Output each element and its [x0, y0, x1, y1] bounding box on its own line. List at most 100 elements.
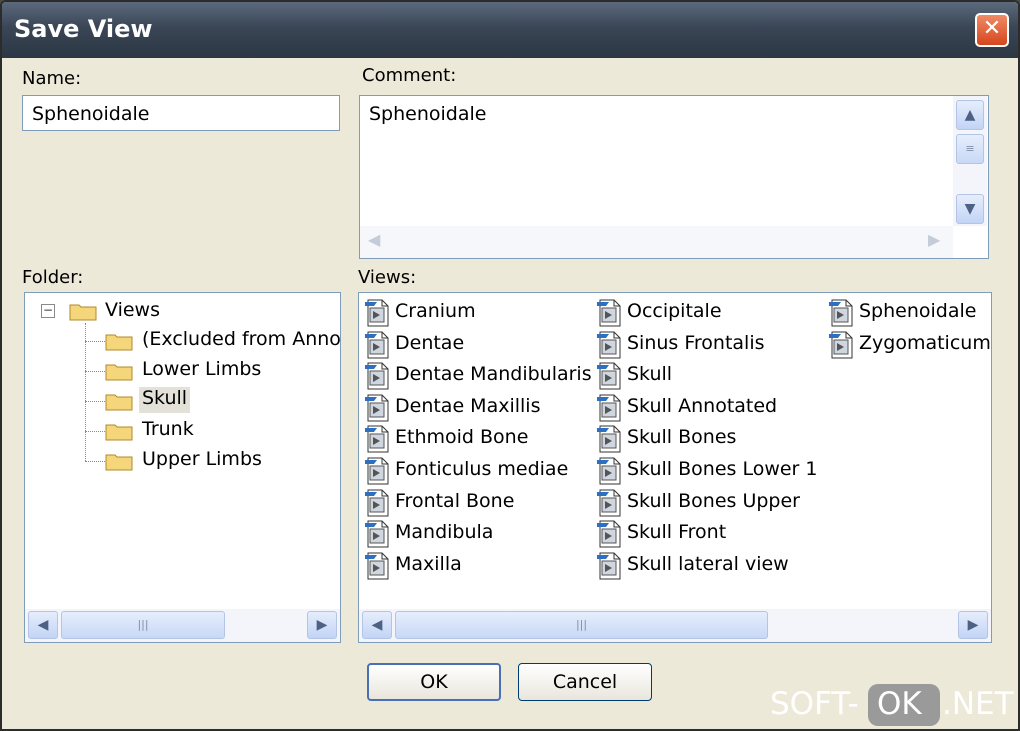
view-file-icon	[365, 552, 391, 580]
folder-scroll-left-button[interactable]: ◀	[28, 611, 58, 639]
view-file-icon	[365, 457, 391, 485]
tree-node[interactable]: (Excluded from Annot	[142, 328, 341, 354]
tree-node-label: Lower Limbs	[142, 358, 262, 380]
view-file-icon	[829, 299, 855, 327]
view-item-label: Skull Bones Lower 1	[627, 458, 818, 480]
folder-icon	[105, 334, 133, 351]
view-item-label: Dentae Maxillis	[395, 394, 541, 417]
view-file-icon	[597, 425, 623, 453]
name-label: Name:	[22, 68, 82, 89]
view-item-label: Skull	[627, 363, 673, 386]
tree-node-selected[interactable]: Skull	[139, 387, 191, 413]
close-button[interactable]: ✕	[975, 13, 1009, 47]
view-file-icon	[597, 299, 623, 327]
view-item-label: Skull Bones	[627, 426, 737, 449]
chevron-left-icon: ◀	[37, 617, 49, 633]
watermark-left: SOFT-	[770, 686, 859, 722]
tree-node-label: Views	[105, 299, 160, 321]
view-item-label: Skull Bones Upper	[627, 489, 800, 512]
view-item-label: Sphenoidale	[859, 300, 977, 322]
watermark-logo: SOFT- OK .NET	[770, 684, 1014, 728]
view-file-icon	[597, 331, 623, 359]
dialog-body: Name: Sphenoidale Comment: Sphenoidale ▲…	[2, 58, 1018, 729]
view-item-label: Skull Front	[627, 521, 727, 544]
view-item-label: Ethmoid Bone	[395, 426, 529, 449]
view-file-icon	[597, 520, 623, 548]
tree-line	[85, 431, 105, 432]
folder-hscroll-thumb[interactable]: |||	[61, 611, 225, 639]
tree-node[interactable]: Lower Limbs	[142, 358, 261, 384]
tree-node[interactable]: Upper Limbs	[142, 448, 262, 474]
tree-node-label: Trunk	[142, 418, 194, 440]
tree-node[interactable]: Trunk	[142, 418, 194, 444]
view-item-label: Occipitale	[627, 300, 722, 322]
views-scroll-left-button[interactable]: ◀	[362, 611, 392, 639]
name-input[interactable]: Sphenoidale	[22, 95, 340, 131]
view-file-icon	[365, 362, 391, 390]
tree-node-label: Skull	[142, 387, 188, 409]
tree-line	[85, 401, 105, 402]
tree-line	[85, 341, 105, 342]
view-item-label: Dentae	[395, 331, 465, 354]
comment-hscrollbar	[360, 226, 953, 258]
close-icon: ✕	[982, 16, 1002, 41]
comment-textarea[interactable]: Sphenoidale ▲ ≡ ▼ ◀ ▶	[359, 95, 989, 259]
views-list[interactable]: Cranium Dentae Dentae Mandibularis Dentae M…	[358, 292, 992, 643]
view-file-icon	[365, 394, 391, 422]
folder-icon	[105, 364, 133, 381]
watermark-right: .NET	[942, 686, 1014, 722]
view-file-icon	[597, 489, 623, 517]
view-item-label: Mandibula	[395, 521, 494, 544]
tree-line	[85, 371, 105, 372]
comment-textarea-value: Sphenoidale	[369, 103, 487, 125]
view-item-label: Maxilla	[395, 552, 462, 575]
tree-line	[85, 323, 86, 461]
tree-node-root[interactable]: Views	[105, 299, 160, 325]
view-file-icon	[365, 299, 391, 327]
view-item-label: Skull lateral view	[627, 552, 789, 575]
cancel-button[interactable]: Cancel	[518, 663, 652, 701]
comment-scroll-down-button[interactable]: ▼	[956, 194, 984, 224]
chevron-down-icon: ▼	[964, 201, 976, 217]
view-file-icon	[829, 331, 855, 359]
comment-scroll-up-button[interactable]: ▲	[956, 100, 984, 130]
views-label: Views:	[358, 267, 417, 288]
view-file-icon	[597, 552, 623, 580]
folder-scroll-right-button[interactable]: ▶	[307, 611, 337, 639]
comment-label: Comment:	[362, 65, 457, 86]
view-item-label: Skull Annotated	[627, 394, 778, 417]
watermark-middle: OK	[877, 686, 922, 722]
view-item-label: Sinus Frontalis	[627, 331, 765, 354]
tree-node-label: Upper Limbs	[142, 448, 262, 470]
view-file-icon	[597, 362, 623, 390]
view-item-label: Zygomaticum	[859, 331, 991, 354]
tree-collapse-icon[interactable]: −	[41, 304, 55, 318]
view-file-icon	[365, 331, 391, 359]
folder-label: Folder:	[22, 267, 84, 288]
title-bar[interactable]: Save View ✕	[2, 2, 1018, 58]
folder-icon	[105, 394, 133, 411]
window-title: Save View	[14, 15, 153, 43]
view-file-icon	[597, 457, 623, 485]
view-item-label: Dentae Mandibularis	[395, 363, 592, 386]
view-item-label: Cranium	[395, 300, 476, 322]
comment-vscroll-thumb[interactable]: ≡	[956, 134, 984, 164]
folder-icon	[105, 454, 133, 471]
ok-button[interactable]: OK	[367, 663, 501, 701]
folder-icon	[69, 304, 97, 321]
view-file-icon	[365, 425, 391, 453]
views-scroll-right-button[interactable]: ▶	[958, 611, 988, 639]
chevron-left-icon: ◀	[368, 230, 381, 249]
chevron-up-icon: ▲	[964, 107, 976, 123]
chevron-left-icon: ◀	[371, 617, 383, 633]
tree-node-label: (Excluded from Annot	[142, 328, 341, 350]
folder-icon	[105, 424, 133, 441]
view-file-icon	[597, 394, 623, 422]
view-item-label: Fonticulus mediae	[395, 458, 569, 480]
folder-tree[interactable]: − Views (Excluded from Annot Lower Limbs…	[24, 292, 341, 643]
view-file-icon	[365, 489, 391, 517]
chevron-right-icon: ▶	[967, 617, 979, 633]
view-item-label: Frontal Bone	[395, 489, 515, 512]
views-hscroll-thumb[interactable]: |||	[395, 611, 768, 639]
chevron-right-icon: ▶	[316, 617, 328, 633]
